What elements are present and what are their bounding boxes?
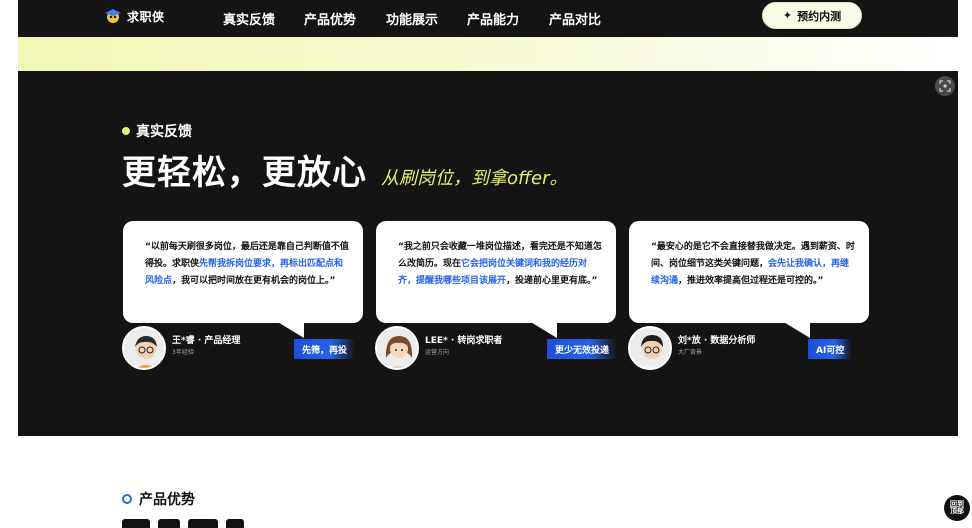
nav-link-features[interactable]: 功能展示 [386,9,438,28]
testimonial-user: 刘*放 · 数据分析师 大厂背景 AI可控 [628,326,878,370]
logo-text: 求职侠 [127,9,165,24]
testimonial-quote: “我之前只会收藏一堆岗位描述，看完还是不知道怎么改简历。现在它会把岗位关键词和我… [398,239,604,290]
back-to-top-label: 回到顶部 [950,500,964,515]
quote-text: ，推进效率提高但过程还是可控的。” [678,276,824,286]
feedback-badge: AI可控 [808,339,853,359]
quote-text: ，我可以把时间放在更有机会的岗位上。” [172,276,336,286]
logo[interactable]: 求职侠 [103,7,165,25]
user-name: 刘*放 · 数据分析师 [678,336,756,346]
top-navbar: 求职侠 真实反馈 产品优势 功能展示 产品能力 产品对比 ✦ 预约内测 [18,0,958,37]
feedback-badge: 先筛，再投 [294,339,356,359]
feedback-headline: 更轻松，更放心 从刷岗位，到拿offer。 [122,145,567,194]
book-beta-label: 预约内测 [797,9,842,23]
feedback-tag-text: 真实反馈 [136,124,192,140]
feedback-title: 更轻松，更放心 [122,153,367,193]
tag-dot-icon [122,494,132,504]
feedback-badge: 更少无效投递 [547,339,618,359]
user-name: 王*睿 · 产品经理 [172,336,241,346]
testimonial-quote: “最安心的是它不会直接替我做决定。遇到薪资、时间、岗位细节这类关键问题，会先让我… [651,239,857,290]
advantages-tag: 产品优势 [122,489,195,509]
back-to-top-button[interactable]: 回到顶部 [944,495,970,521]
advantages-title-peek [122,516,302,528]
user-name: LEE* · 转岗求职者 [425,336,503,346]
user-meta: 大厂背景 [678,349,703,356]
user-meta: 运营方向 [425,349,450,356]
user-meta: 3年经验 [172,349,194,356]
hero-gradient-strip [18,37,958,71]
testimonial-card: “以前每天刷很多岗位，最后还是靠自己判断值不值得投。求职侠先帮我拆岗位要求，再标… [123,221,363,323]
nav-link-advantages[interactable]: 产品优势 [304,9,356,28]
testimonial-quote: “以前每天刷很多岗位，最后还是靠自己判断值不值得投。求职侠先帮我拆岗位要求，再标… [145,239,351,290]
testimonial-card: “我之前只会收藏一堆岗位描述，看完还是不知道怎么改简历。现在它会把岗位关键词和我… [376,221,616,323]
tag-dot-icon [122,127,130,135]
logo-icon [103,7,123,25]
quote-text: ，投递前心里更有底。” [506,276,598,286]
avatar [628,326,672,370]
feedback-section: 真实反馈 更轻松，更放心 从刷岗位，到拿offer。 “以前每天刷很多岗位，最后… [18,71,958,436]
feedback-subtitle: 从刷岗位，到拿offer。 [381,168,568,189]
avatar [122,326,166,370]
testimonial-user: LEE* · 转岗求职者 运营方向 更少无效投递 [375,326,619,370]
nav-link-capabilities[interactable]: 产品能力 [467,9,519,28]
sparkle-icon: ✦ [782,9,793,22]
advantages-tag-text: 产品优势 [139,492,195,508]
nav-link-feedback[interactable]: 真实反馈 [223,9,275,28]
book-beta-button[interactable]: ✦ 预约内测 [762,2,862,29]
testimonial-user: 王*睿 · 产品经理 3年经验 先筛，再投 [122,326,362,370]
testimonial-card: “最安心的是它不会直接替我做决定。遇到薪资、时间、岗位细节这类关键问题，会先让我… [629,221,869,323]
feedback-tag: 真实反馈 [122,121,192,141]
nav-link-comparison[interactable]: 产品对比 [549,9,601,28]
screenshot-icon[interactable] [935,76,955,96]
avatar [375,326,419,370]
